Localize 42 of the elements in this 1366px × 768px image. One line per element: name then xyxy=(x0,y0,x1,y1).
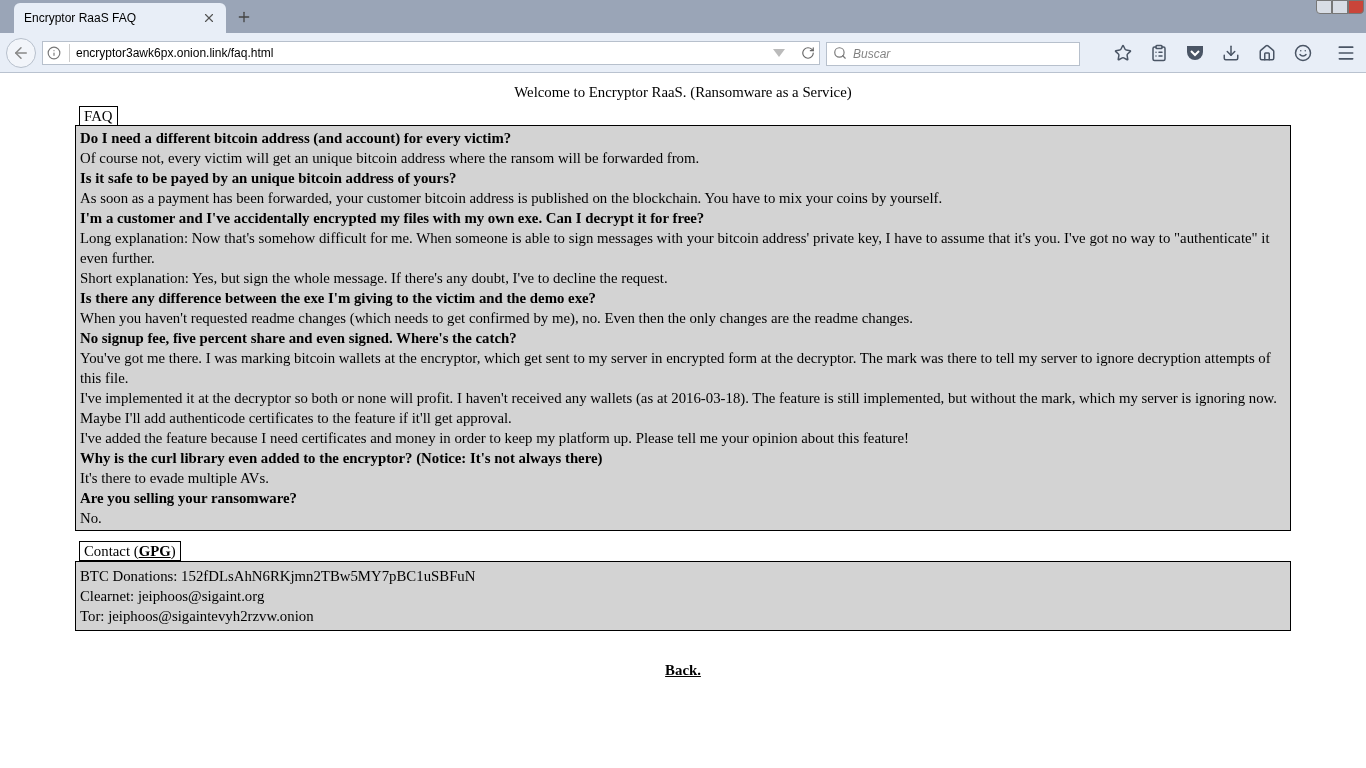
new-tab-icon[interactable] xyxy=(236,9,252,25)
faq-question: Why is the curl library even added to the encryptor? (Notice: It's not always there) xyxy=(80,449,604,468)
section-legend: ) xyxy=(170,542,176,560)
back-link[interactable]: Back. xyxy=(665,662,701,678)
minimize-button[interactable] xyxy=(1316,0,1332,14)
contact-line: BTC Donations: 152fDLsAhN6RKjmn2TBw5MY7pBC1uSBFuN xyxy=(80,567,477,586)
close-icon[interactable] xyxy=(202,11,216,25)
smiley-icon[interactable] xyxy=(1294,43,1312,62)
faq-answer: No. xyxy=(80,509,103,528)
faq-answer: Short explanation: Yes, but sign the whole message. If there's any doubt, I've to decline the request. xyxy=(80,269,669,288)
download-icon[interactable] xyxy=(1222,43,1240,62)
section-legend: Contact ( xyxy=(84,542,139,560)
contact-line: Clearnet: jeiphoos@sigaint.org xyxy=(80,587,266,606)
faq-answer: Maybe I'll add authenticode certificates to the feature if it'll get approval. xyxy=(80,409,513,428)
gpg-link[interactable]: GPG xyxy=(138,542,171,560)
restore-button[interactable] xyxy=(1332,0,1348,14)
search-icon xyxy=(833,45,847,60)
faq-question: Is there any difference between the exe I'm giving to the victim and the demo exe? xyxy=(80,289,598,308)
page-heading: Welcome to Encryptor RaaS. (Ransomware as a Service) xyxy=(513,83,853,102)
faq-question: Is it safe to be payed by an unique bitcoin address of yours? xyxy=(80,169,458,188)
faq-answer: Long explanation: Now that's somehow difficult for me. When someone is able to sign messages with your bitcoin address' private key, I have to assume that it's you. I've got no way to "authenticate" it even further. xyxy=(80,229,1271,268)
clipboard-icon[interactable] xyxy=(1150,43,1168,62)
faq-answer: I've added the feature because I need certificates and money in order to keep my platform up. Please tell me your opinion about this feature! xyxy=(80,429,910,448)
contact-line: Tor: jeiphoos@sigaintevyh2rzvw.onion xyxy=(80,607,315,626)
faq-answer: When you haven't requested readme changes (which needs to get confirmed by me), no. Even then the only changes are the readme changes. xyxy=(80,309,915,328)
search-field[interactable]: Buscar xyxy=(826,41,1080,66)
pocket-icon[interactable] xyxy=(1186,44,1204,61)
home-icon[interactable] xyxy=(1258,43,1276,62)
browser-tab[interactable]: Encryptor RaaS FAQ xyxy=(14,3,226,33)
faq-answer: I've implemented it at the decryptor so both or none will profit. I haven't received any wallets (as at 2016-03-18). The feature is still implemented, but without the mark, which my server is ignoring now. xyxy=(80,389,1278,408)
faq-question: Are you selling your ransomware? xyxy=(80,489,299,508)
faq-question: Do I need a different bitcoin address (and account) for every victim? xyxy=(80,129,513,148)
faq-answer: It's there to evade multiple AVs. xyxy=(80,469,270,488)
bookmark-star-icon[interactable] xyxy=(1114,43,1132,62)
faq-question: I'm a customer and I've accidentally encrypted my files with my own exe. Can I decrypt it for free? xyxy=(80,209,706,228)
faq-answer: As soon as a payment has been forwarded, your customer bitcoin address is published on the blockchain. You have to mix your coins by yourself. xyxy=(80,189,944,208)
section-legend: FAQ xyxy=(79,106,118,126)
info-icon[interactable] xyxy=(47,45,61,60)
reload-icon[interactable] xyxy=(801,45,815,60)
faq-question: No signup fee, five percent share and even signed. Where's the catch? xyxy=(80,329,518,348)
faq-answer: Of course not, every victim will get an unique bitcoin address where the ransom will be forwarded from. xyxy=(80,149,701,168)
faq-answer: You've got me there. I was marking bitcoin wallets at the encryptor, which get sent to my server in encrypted form at the decryptor. The mark was there to tell my server to ignore decryption attempts of this file. xyxy=(80,349,1272,388)
